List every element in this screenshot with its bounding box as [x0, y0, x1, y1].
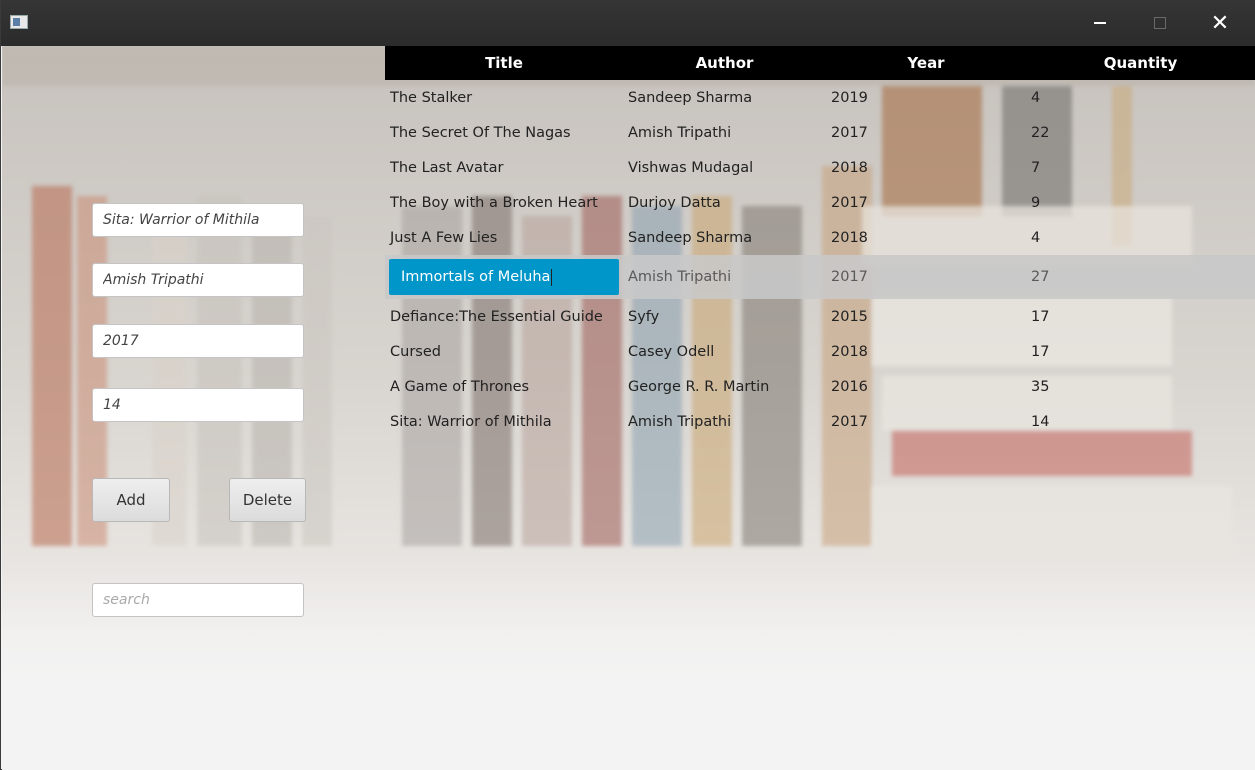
- quantity-field[interactable]: [92, 388, 304, 422]
- close-icon: ✕: [1210, 10, 1230, 36]
- title-bar[interactable]: ✕: [1, 0, 1255, 46]
- minimize-button[interactable]: [1077, 0, 1123, 46]
- cell-year[interactable]: 2017: [826, 125, 1026, 141]
- table-header: Title Author Year Quantity: [385, 46, 1255, 80]
- column-header-year[interactable]: Year: [826, 46, 1026, 80]
- cell-title[interactable]: Cursed: [385, 344, 623, 360]
- cell-title[interactable]: A Game of Thrones: [385, 379, 623, 395]
- delete-button[interactable]: Delete: [229, 478, 306, 522]
- cell-author[interactable]: Amish Tripathi: [623, 269, 826, 285]
- cell-author[interactable]: Amish Tripathi: [623, 414, 826, 430]
- cell-year[interactable]: 2017: [826, 195, 1026, 211]
- column-header-title[interactable]: Title: [385, 46, 623, 80]
- cell-quantity[interactable]: 4: [1026, 230, 1255, 246]
- maximize-button[interactable]: [1137, 0, 1183, 46]
- author-field[interactable]: [92, 263, 304, 297]
- table-row[interactable]: Cursed Casey Odell 2018 17: [385, 334, 1255, 369]
- cell-edit-field[interactable]: Immortals of Meluha: [389, 259, 619, 295]
- cell-year[interactable]: 2019: [826, 90, 1026, 106]
- table-row[interactable]: A Game of Thrones George R. R. Martin 2016…: [385, 369, 1255, 404]
- background-lower: [2, 686, 1255, 770]
- table-row[interactable]: Defiance:The Essential Guide Syfy 2015 17: [385, 299, 1255, 334]
- table-row[interactable]: The Secret Of The Nagas Amish Tripathi 201…: [385, 115, 1255, 150]
- cell-title[interactable]: The Stalker: [385, 90, 623, 106]
- minimize-icon: [1094, 22, 1106, 24]
- cell-author[interactable]: Syfy: [623, 309, 826, 325]
- cell-author[interactable]: Durjoy Datta: [623, 195, 826, 211]
- cell-author[interactable]: Amish Tripathi: [623, 125, 826, 141]
- table-row[interactable]: Just A Few Lies Sandeep Sharma 2018 4: [385, 220, 1255, 255]
- cell-author[interactable]: Sandeep Sharma: [623, 90, 826, 106]
- cell-quantity[interactable]: 7: [1026, 160, 1255, 176]
- books-table: Title Author Year Quantity The Stalker Sa…: [385, 46, 1255, 439]
- cell-quantity[interactable]: 35: [1026, 379, 1255, 395]
- cell-quantity[interactable]: 27: [1026, 269, 1255, 285]
- maximize-icon: [1154, 17, 1166, 29]
- cell-quantity[interactable]: 4: [1026, 90, 1255, 106]
- cell-title[interactable]: The Last Avatar: [385, 160, 623, 176]
- title-field[interactable]: [92, 203, 304, 237]
- cell-author[interactable]: Sandeep Sharma: [623, 230, 826, 246]
- table-row[interactable]: The Boy with a Broken Heart Durjoy Datta 2…: [385, 185, 1255, 220]
- app-window: ✕ Add Delete Titl: [0, 0, 1255, 770]
- cell-author[interactable]: Casey Odell: [623, 344, 826, 360]
- cell-year[interactable]: 2018: [826, 230, 1026, 246]
- column-header-author[interactable]: Author: [623, 46, 826, 80]
- cell-author[interactable]: George R. R. Martin: [623, 379, 826, 395]
- cell-title[interactable]: Just A Few Lies: [385, 230, 623, 246]
- table-row[interactable]: The Stalker Sandeep Sharma 2019 4: [385, 80, 1255, 115]
- cell-year[interactable]: 2015: [826, 309, 1026, 325]
- column-header-quantity[interactable]: Quantity: [1026, 46, 1255, 80]
- cell-title[interactable]: Immortals of Meluha: [385, 259, 623, 295]
- text-caret: [551, 268, 553, 286]
- cell-title[interactable]: The Secret Of The Nagas: [385, 125, 623, 141]
- cell-title[interactable]: The Boy with a Broken Heart: [385, 195, 623, 211]
- table-body: The Stalker Sandeep Sharma 2019 4 The Secret…: [385, 80, 1255, 439]
- cell-year[interactable]: 2018: [826, 160, 1026, 176]
- cell-year[interactable]: 2017: [826, 414, 1026, 430]
- search-input[interactable]: [92, 583, 304, 617]
- cell-quantity[interactable]: 9: [1026, 195, 1255, 211]
- table-row-selected[interactable]: Immortals of Meluha Amish Tripathi 2017 27: [385, 255, 1255, 299]
- year-field[interactable]: [92, 324, 304, 358]
- app-icon: [10, 15, 28, 29]
- cell-year[interactable]: 2016: [826, 379, 1026, 395]
- cell-year[interactable]: 2017: [826, 269, 1026, 285]
- close-button[interactable]: ✕: [1197, 0, 1243, 46]
- cell-edit-text: Immortals of Meluha: [401, 269, 551, 285]
- table-row[interactable]: The Last Avatar Vishwas Mudagal 2018 7: [385, 150, 1255, 185]
- cell-author[interactable]: Vishwas Mudagal: [623, 160, 826, 176]
- table-row[interactable]: Sita: Warrior of Mithila Amish Tripathi 20…: [385, 404, 1255, 439]
- cell-quantity[interactable]: 17: [1026, 344, 1255, 360]
- add-button[interactable]: Add: [92, 478, 170, 522]
- cell-title[interactable]: Defiance:The Essential Guide: [385, 309, 623, 325]
- cell-quantity[interactable]: 14: [1026, 414, 1255, 430]
- cell-title[interactable]: Sita: Warrior of Mithila: [385, 414, 623, 430]
- cell-year[interactable]: 2018: [826, 344, 1026, 360]
- cell-quantity[interactable]: 22: [1026, 125, 1255, 141]
- cell-quantity[interactable]: 17: [1026, 309, 1255, 325]
